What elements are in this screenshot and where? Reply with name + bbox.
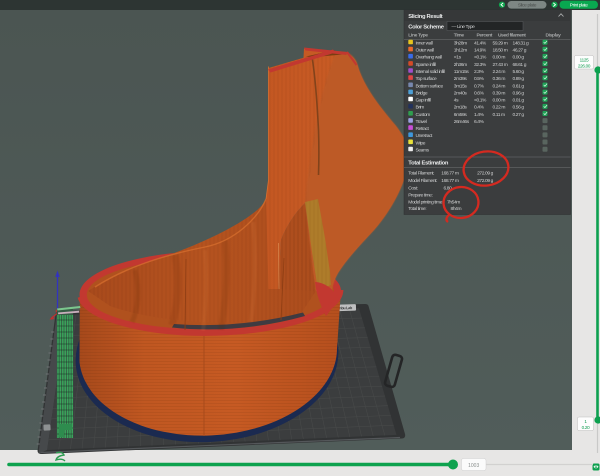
svg-text:68.61 g: 68.61 g (513, 62, 527, 68)
svg-text:3m15s: 3m15s (454, 83, 468, 89)
svg-text:Slicing Result: Slicing Result (408, 14, 443, 20)
svg-text:2m18s: 2m18s (454, 105, 468, 111)
svg-text:Used filament: Used filament (498, 33, 526, 39)
svg-text:27.43 m: 27.43 m (493, 62, 508, 68)
svg-text:1003: 1003 (468, 463, 479, 469)
svg-text:0.5%: 0.5% (474, 76, 485, 82)
svg-text:Brim: Brim (416, 105, 425, 111)
svg-text:0.22 m: 0.22 m (493, 105, 506, 111)
svg-text:Sparse infill: Sparse infill (416, 62, 436, 68)
svg-text:0.00 m: 0.00 m (493, 98, 506, 104)
svg-text:Travel: Travel (416, 119, 427, 125)
svg-text:Slice plate: Slice plate (518, 3, 537, 8)
svg-text:Total Estimation: Total Estimation (408, 161, 449, 167)
svg-text:Inner wall: Inner wall (416, 41, 433, 47)
svg-text:Prepare time:: Prepare time: (408, 193, 432, 199)
svg-text:2h36m: 2h36m (454, 62, 467, 68)
svg-text:0.7%: 0.7% (474, 83, 485, 89)
svg-text:8h4m: 8h4m (451, 206, 462, 212)
svg-text:Outer wall: Outer wall (416, 48, 434, 54)
svg-text:0.27 g: 0.27 g (513, 112, 525, 118)
svg-text:Line Type: Line Type (408, 33, 428, 39)
svg-text:26m46s: 26m46s (454, 119, 470, 125)
svg-text:Color Scheme: Color Scheme (408, 25, 444, 31)
svg-text:46.27 g: 46.27 g (513, 48, 527, 54)
svg-text:Seams: Seams (416, 148, 430, 154)
svg-text:Percent: Percent (477, 33, 493, 39)
svg-text:Custom: Custom (416, 112, 431, 118)
svg-text:Overhang wall: Overhang wall (416, 55, 442, 61)
svg-text:Print plate: Print plate (570, 3, 588, 8)
svg-text:1125: 1125 (580, 57, 589, 62)
svg-text:Model Filament:: Model Filament: (408, 178, 437, 184)
svg-text:Bridge: Bridge (416, 90, 428, 96)
svg-text:148.31 g: 148.31 g (513, 41, 530, 47)
svg-text:272.09 g: 272.09 g (477, 170, 494, 176)
svg-text:6m59s: 6m59s (454, 112, 468, 118)
svg-text:1.4%: 1.4% (474, 112, 485, 118)
svg-text:0.96 g: 0.96 g (513, 90, 525, 96)
svg-text:Wipe: Wipe (416, 140, 426, 146)
svg-text:Total time:: Total time: (408, 206, 426, 212)
svg-text:0.89 g: 0.89 g (513, 76, 525, 82)
svg-text:3h28m: 3h28m (454, 41, 467, 47)
svg-text:Model printing time:: Model printing time: (408, 199, 443, 205)
svg-text:<1s: <1s (454, 55, 462, 61)
svg-text:Top surface: Top surface (416, 76, 438, 82)
svg-text:<0.1%: <0.1% (474, 98, 487, 104)
svg-text:168.77 m: 168.77 m (441, 170, 459, 176)
svg-text:Gap infill: Gap infill (416, 98, 431, 104)
svg-text:0.36 m: 0.36 m (493, 76, 506, 82)
svg-text:0.00 g: 0.00 g (513, 55, 525, 61)
svg-text:168.77 m: 168.77 m (441, 178, 459, 184)
svg-text:41.4%: 41.4% (474, 41, 487, 47)
svg-text:Internal solid infill: Internal solid infill (416, 69, 445, 75)
svg-text:11m15s: 11m15s (454, 69, 470, 75)
svg-text:5.60 g: 5.60 g (513, 69, 525, 75)
svg-text:0.6%: 0.6% (474, 90, 485, 96)
svg-text:0.61 g: 0.61 g (513, 83, 525, 89)
svg-text:272.09 g: 272.09 g (477, 178, 494, 184)
svg-text:Total Filament:: Total Filament: (408, 170, 434, 176)
svg-text:32.3%: 32.3% (474, 62, 487, 68)
svg-text:Cost:: Cost: (408, 185, 417, 191)
svg-text:0.11 m: 0.11 m (493, 112, 506, 118)
svg-text:Retract: Retract (416, 126, 430, 132)
svg-text:14.9%: 14.9% (474, 48, 487, 54)
svg-text:2m40s: 2m40s (454, 90, 468, 96)
svg-text:0.00 m: 0.00 m (493, 55, 506, 61)
svg-text:2.3%: 2.3% (474, 69, 485, 75)
svg-text:7h54m: 7h54m (447, 199, 460, 205)
svg-text:226.00: 226.00 (578, 64, 591, 69)
svg-text:18.50 m: 18.50 m (493, 48, 508, 54)
svg-text:1h12m: 1h12m (454, 48, 467, 54)
svg-text:59.29 m: 59.29 m (493, 41, 508, 47)
svg-text:0.20: 0.20 (582, 425, 590, 430)
svg-text:Display: Display (546, 33, 562, 39)
svg-text:<0.1%: <0.1% (474, 55, 487, 61)
svg-text:2m39s: 2m39s (454, 76, 468, 82)
svg-text:0.01 g: 0.01 g (513, 98, 525, 104)
svg-text:0.24 m: 0.24 m (493, 83, 506, 89)
svg-text:Time: Time (454, 33, 465, 39)
svg-text:0.4%: 0.4% (474, 105, 485, 111)
svg-text:Unretract: Unretract (416, 133, 434, 139)
svg-text:0.56 g: 0.56 g (513, 105, 525, 111)
svg-text:2.24 m: 2.24 m (493, 69, 506, 75)
svg-text:0.39 m: 0.39 m (493, 90, 506, 96)
svg-text:6.4%: 6.4% (474, 119, 485, 125)
svg-text:Bottom surface: Bottom surface (416, 83, 444, 89)
svg-text:— Line Type: — Line Type (452, 24, 476, 30)
